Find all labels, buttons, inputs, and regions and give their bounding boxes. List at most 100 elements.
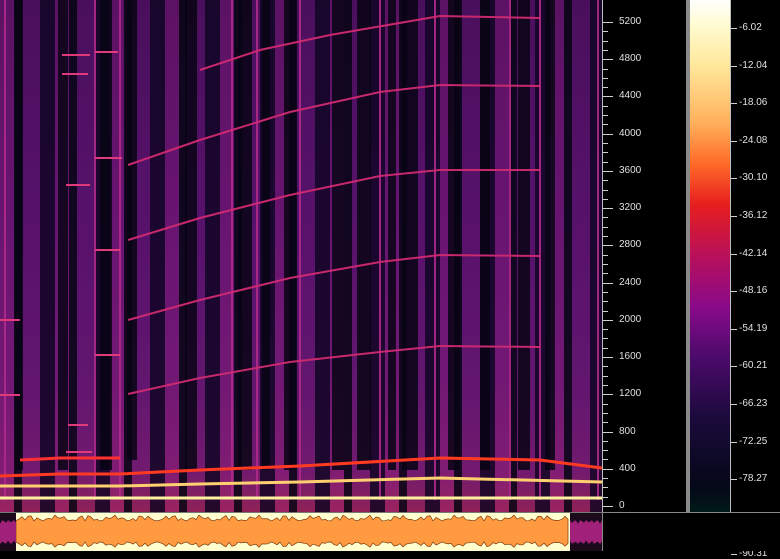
db-tick-label: -36.12 <box>739 210 768 221</box>
db-tick <box>731 65 737 67</box>
corner-panel <box>602 512 780 551</box>
freq-tick <box>603 245 613 247</box>
freq-minor-tick <box>603 87 608 89</box>
freq-minor-tick <box>603 236 608 238</box>
freq-minor-tick <box>603 31 608 33</box>
db-tick-label: -30.10 <box>739 172 768 184</box>
freq-tick <box>603 96 613 98</box>
freq-tick-label: 2000 <box>619 313 642 325</box>
freq-minor-tick <box>603 338 608 340</box>
db-tick-label: -60.21 <box>739 360 768 372</box>
freq-tick <box>603 59 613 61</box>
db-tick <box>731 140 737 142</box>
freq-tick <box>603 431 613 433</box>
freq-tick-label: 800 <box>619 425 636 437</box>
freq-minor-tick <box>603 226 608 228</box>
freq-tick-label: 4400 <box>619 90 642 102</box>
freq-tick-label: 5200 <box>619 16 642 27</box>
freq-minor-tick <box>603 366 608 368</box>
freq-tick-label: 1600 <box>619 351 642 363</box>
db-tick-label: -54.19 <box>739 322 768 334</box>
db-tick <box>731 178 737 180</box>
freq-tick-label: 0 <box>619 500 625 511</box>
freq-tick-label: 2800 <box>619 239 642 251</box>
freq-tick <box>603 357 613 359</box>
freq-minor-tick <box>603 115 608 117</box>
freq-minor-tick <box>603 217 608 219</box>
freq-minor-tick <box>603 310 608 312</box>
freq-minor-tick <box>603 254 608 256</box>
freq-minor-tick <box>603 440 608 442</box>
waveform-edge-signal <box>0 520 16 544</box>
freq-minor-tick <box>603 105 608 107</box>
db-tick <box>731 404 737 405</box>
db-scale: -6.02 -12.04 -18.06 -24.08 -30.10 -36.12 -42.1… <box>730 0 780 559</box>
freq-tick-label: 1200 <box>619 388 642 400</box>
db-tick-label: -24.08 <box>739 134 768 146</box>
freq-minor-tick <box>603 40 608 42</box>
freq-minor-tick <box>603 375 608 377</box>
freq-tick <box>603 22 613 23</box>
spectrogram-view[interactable] <box>0 0 602 512</box>
freq-minor-tick <box>603 459 608 461</box>
freq-minor-tick <box>603 143 608 144</box>
db-tick <box>731 28 737 29</box>
db-tick-label: -48.16 <box>739 285 768 297</box>
freq-tick <box>603 170 613 172</box>
waveform-overview[interactable] <box>0 512 602 551</box>
freq-tick <box>603 133 613 135</box>
db-tick <box>731 441 737 443</box>
db-tick-label: -42.14 <box>739 247 768 259</box>
freq-minor-tick <box>603 496 608 498</box>
color-scale-bar <box>690 0 730 512</box>
db-tick <box>731 554 737 556</box>
freq-tick <box>603 468 613 470</box>
freq-minor-tick <box>603 189 608 191</box>
freq-minor-tick <box>603 77 608 79</box>
freq-tick <box>603 394 613 396</box>
freq-minor-tick <box>603 422 608 424</box>
freq-minor-tick <box>603 161 608 163</box>
freq-minor-tick <box>603 487 608 489</box>
db-tick-label: -6.02 <box>739 22 762 33</box>
freq-minor-tick <box>603 301 608 303</box>
freq-minor-tick <box>603 264 608 265</box>
freq-minor-tick <box>603 49 608 51</box>
freq-minor-tick <box>603 478 608 480</box>
frequency-axis: 5200 4800 4400 4000 3600 3200 2800 2400 2000 1600… <box>602 0 687 512</box>
db-tick <box>731 216 737 217</box>
db-tick <box>731 479 737 481</box>
db-tick <box>731 103 737 105</box>
db-tick-label: -72.25 <box>739 435 768 447</box>
db-tick <box>731 366 737 368</box>
freq-tick-label: 3600 <box>619 164 642 176</box>
db-tick-label: -78.27 <box>739 473 768 485</box>
freq-minor-tick <box>603 198 608 200</box>
freq-minor-tick <box>603 450 608 452</box>
freq-tick <box>603 319 613 321</box>
freq-minor-tick <box>603 152 608 154</box>
freq-minor-tick <box>603 329 608 331</box>
freq-tick-label: 2400 <box>619 276 642 288</box>
db-tick <box>731 291 737 293</box>
freq-minor-tick <box>603 385 608 386</box>
freq-minor-tick <box>603 412 608 414</box>
waveform-shape <box>0 513 602 551</box>
spectrogram-harmonics <box>0 0 602 500</box>
db-tick <box>731 328 737 330</box>
freq-tick-label: 400 <box>619 462 636 474</box>
db-tick-label: -18.06 <box>739 97 768 109</box>
freq-minor-tick <box>603 291 608 293</box>
freq-minor-tick <box>603 180 608 182</box>
freq-minor-tick <box>603 124 608 126</box>
db-tick-label: -12.04 <box>739 59 768 71</box>
db-tick <box>731 253 737 255</box>
waveform-envelope <box>15 514 569 548</box>
freq-tick-label: 3200 <box>619 202 642 214</box>
db-tick-label: -66.23 <box>739 398 768 409</box>
freq-minor-tick <box>603 273 608 275</box>
freq-tick-label: 4000 <box>619 127 642 139</box>
freq-minor-tick <box>603 347 608 349</box>
freq-minor-tick <box>603 68 608 70</box>
freq-tick <box>603 506 613 507</box>
